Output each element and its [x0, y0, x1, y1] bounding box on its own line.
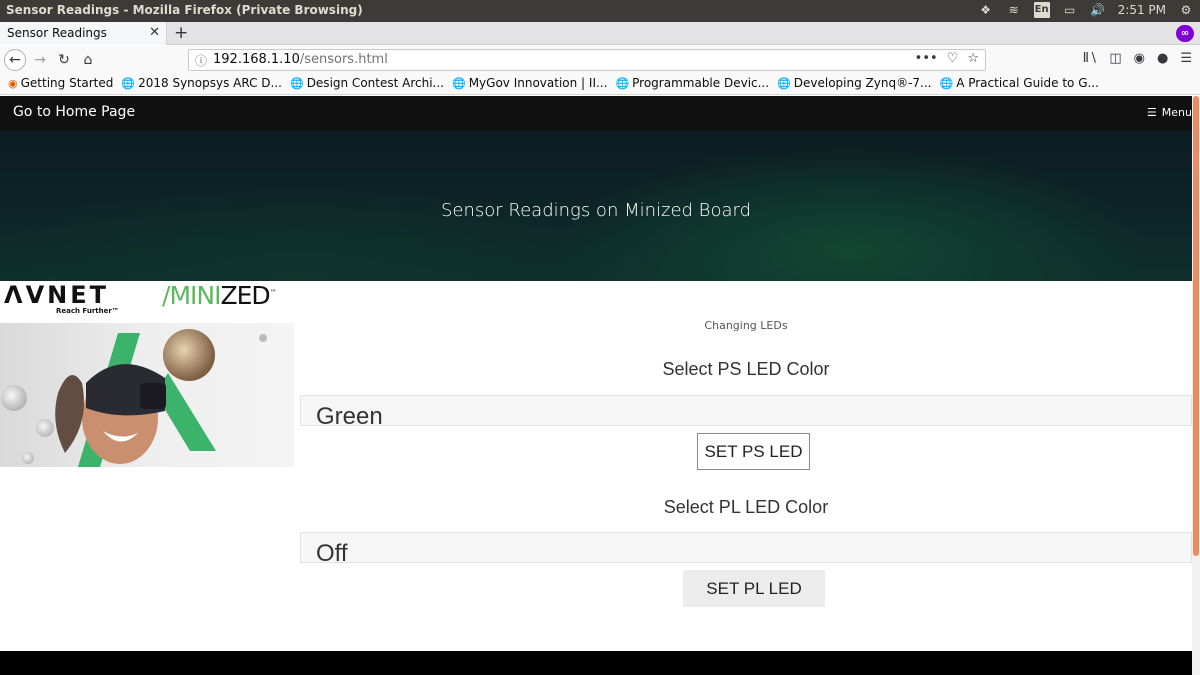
bookmark-label: Design Contest Archi...: [306, 76, 444, 90]
forward-button[interactable]: →: [29, 49, 51, 71]
wifi-icon[interactable]: ≋: [1006, 2, 1022, 18]
site-info-icon[interactable]: ⓘ: [195, 52, 207, 69]
set-pl-led-button[interactable]: SET PL LED: [683, 570, 825, 607]
minized-logo-mini: MINI: [169, 281, 221, 310]
hero-banner: Sensor Readings on Minized Board: [0, 130, 1192, 281]
site-header: Go to Home Page ☰ Menu: [0, 96, 1192, 130]
network-manager-icon[interactable]: ❖: [978, 2, 994, 18]
navigation-toolbar: ← → ↻ ⌂ ⓘ 192.168.1.10/sensors.html ••• …: [0, 46, 1200, 74]
set-ps-led-button[interactable]: SET PS LED: [697, 433, 810, 470]
settings-gear-icon[interactable]: ⚙: [1178, 2, 1194, 18]
menu-label: Menu: [1161, 106, 1192, 119]
minized-logo-zed: ZED: [220, 281, 270, 310]
bookmark-label: MyGov Innovation | II...: [468, 76, 608, 90]
sidebar-icon[interactable]: ◫: [1109, 51, 1121, 66]
avnet-logo: ΛVNET: [4, 281, 109, 309]
globe-icon: 🌐: [451, 76, 466, 90]
globe-icon: 🌐: [615, 76, 630, 90]
tab-sensor-readings[interactable]: Sensor Readings ✕: [0, 22, 167, 45]
private-browsing-icon: ∞: [1176, 25, 1194, 42]
pl-led-label: Select PL LED Color: [663, 497, 829, 517]
hamburger-menu-icon[interactable]: ☰: [1180, 51, 1192, 66]
pl-led-color-select[interactable]: Off: [300, 532, 1192, 563]
bookmark-item[interactable]: ◉ Getting Started: [8, 76, 113, 90]
globe-icon: 🌐: [289, 76, 304, 90]
bookmark-item[interactable]: 🌐 A Practical Guide to G...: [940, 76, 1099, 90]
pocket-icon[interactable]: ♡: [947, 51, 959, 66]
system-tray: ❖ ≋ En ▭ 🔊 2:51 PM ⚙: [978, 2, 1194, 18]
extension-icon[interactable]: ◉: [1134, 51, 1145, 66]
url-host: 192.168.1.10: [213, 52, 300, 67]
bookmark-item[interactable]: 🌐 Design Contest Archi...: [290, 76, 444, 90]
url-text[interactable]: 192.168.1.10/sensors.html: [213, 52, 388, 67]
vr-promo-illustration: [0, 323, 294, 467]
url-actions: ••• ♡ ☆: [915, 51, 979, 66]
bookmark-star-icon[interactable]: ☆: [967, 51, 979, 66]
home-page-link[interactable]: Go to Home Page: [13, 104, 135, 120]
keyboard-language-indicator[interactable]: En: [1033, 2, 1050, 18]
scrollbar-thumb[interactable]: [1193, 96, 1199, 556]
window-title: Sensor Readings - Mozilla Firefox (Priva…: [6, 3, 363, 17]
firefox-icon: ◉: [8, 76, 18, 90]
volume-icon[interactable]: 🔊: [1090, 2, 1106, 18]
bookmark-item[interactable]: 🌐 2018 Synopsys ARC D...: [121, 76, 282, 90]
changing-leds-heading: Changing LEDs: [704, 319, 788, 332]
minized-logo-tm: ™: [269, 288, 277, 297]
library-icon[interactable]: Ⅱ∖: [1083, 51, 1098, 66]
globe-icon: 🌐: [777, 76, 791, 90]
avnet-tagline: Reach Further™: [56, 307, 119, 315]
ps-led-color-select[interactable]: Green: [300, 395, 1192, 426]
globe-icon: 🌐: [121, 76, 136, 90]
bookmark-item[interactable]: 🌐 Programmable Devic...: [615, 76, 769, 90]
ps-led-label: Select PS LED Color: [662, 359, 830, 379]
bookmark-label: Programmable Devic...: [632, 76, 770, 90]
menu-button[interactable]: ☰ Menu: [1147, 106, 1192, 119]
page-content: Go to Home Page ☰ Menu Sensor Readings o…: [0, 96, 1192, 675]
bookmarks-toolbar: ◉ Getting Started 🌐 2018 Synopsys ARC D...…: [0, 74, 1200, 95]
bookmark-item[interactable]: 🌐 Developing Zynq®-7...: [777, 76, 931, 90]
bookmark-label: Getting Started: [20, 76, 114, 90]
bookmark-item[interactable]: 🌐 MyGov Innovation | II...: [452, 76, 607, 90]
clock[interactable]: 2:51 PM: [1118, 3, 1166, 17]
bookmark-list: ◉ Getting Started 🌐 2018 Synopsys ARC D...…: [8, 76, 1099, 90]
bookmark-label: A Practical Guide to G...: [956, 76, 1099, 90]
banner-title: Sensor Readings on Minized Board: [440, 200, 752, 221]
tab-strip: Sensor Readings ✕ + ∞: [0, 22, 1200, 45]
logo-area: ΛVNET Reach Further™ /MINIZED™: [0, 281, 294, 321]
hamburger-icon: ☰: [1146, 106, 1157, 119]
bookmark-label: 2018 Synopsys ARC D...: [138, 76, 282, 90]
page-actions-menu-icon[interactable]: •••: [915, 51, 938, 66]
os-top-panel: Sensor Readings - Mozilla Firefox (Priva…: [0, 0, 1200, 22]
url-bar[interactable]: ⓘ 192.168.1.10/sensors.html ••• ♡ ☆: [188, 49, 986, 71]
home-button[interactable]: ⌂: [77, 49, 99, 71]
globe-icon: 🌐: [939, 76, 954, 90]
led-control-panel: Changing LEDs Select PS LED Color Green …: [300, 281, 1192, 661]
minized-logo: /MINIZED™: [162, 281, 277, 310]
site-footer: [0, 651, 1192, 675]
close-tab-icon[interactable]: ✕: [149, 25, 160, 40]
back-button[interactable]: ←: [4, 49, 26, 71]
vr-promo-image: [0, 323, 294, 467]
reload-button[interactable]: ↻: [53, 49, 75, 71]
battery-icon[interactable]: ▭: [1062, 2, 1078, 18]
toolbar-icons: Ⅱ∖ ◫ ◉ ● ☰: [1083, 51, 1192, 66]
extension-icon-2[interactable]: ●: [1157, 51, 1168, 66]
url-path: /sensors.html: [299, 52, 388, 67]
new-tab-button[interactable]: +: [174, 23, 188, 43]
page-scrollbar[interactable]: [1192, 96, 1200, 675]
tab-title: Sensor Readings: [7, 26, 107, 40]
bookmark-label: Developing Zynq®-7...: [793, 76, 932, 90]
